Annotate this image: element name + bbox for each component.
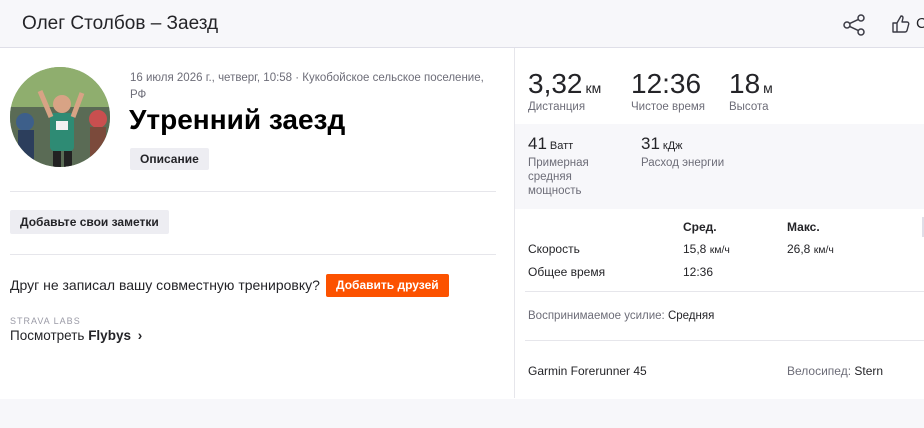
athlete-photo — [10, 67, 110, 167]
perceived-effort: Воспринимаемое усилие: Средняя — [528, 310, 714, 322]
stat-power: 41 Ватт Примерная средняя мощность — [528, 134, 618, 198]
cell-value: 12:36 — [683, 265, 714, 279]
table-cell-avg: 12:36 — [683, 265, 713, 279]
friend-question: Друг не записал вашу совместную трениров… — [10, 277, 320, 293]
thumbs-up-icon[interactable] — [890, 13, 912, 35]
cell-unit: км/ч — [709, 244, 730, 256]
table-cell-avg: 15,8 км/ч — [683, 242, 730, 256]
add-friends-button[interactable]: Добавить друзей — [326, 274, 449, 297]
stat-value: 12:36 — [631, 68, 702, 99]
table-header-max: Макс. — [787, 220, 820, 234]
cell-value: 26,8 — [787, 242, 811, 256]
divider — [525, 291, 924, 292]
add-notes-button[interactable]: Добавьте свои заметки — [10, 210, 169, 234]
table-cell-max: 26,8 км/ч — [787, 242, 834, 256]
bike-info: Велосипед: Stern — [787, 364, 883, 378]
cell-unit: км/ч — [813, 244, 834, 256]
stat-energy: 31 кДж Расход энергии — [641, 134, 724, 170]
table-row-label: Скорость — [528, 242, 580, 256]
bike-name[interactable]: Stern — [854, 364, 883, 378]
activity-meta: 16 июля 2026 г., четверг, 10:58 · Кукобо… — [130, 72, 484, 101]
stat-value: 31 — [641, 134, 660, 153]
effort-value: Средняя — [667, 310, 715, 322]
share-icon[interactable] — [842, 14, 866, 36]
stat-value: 3,32 — [528, 68, 583, 99]
avatar[interactable] — [10, 67, 110, 167]
divider — [10, 191, 496, 192]
flybys-bold: Flybys — [88, 328, 131, 343]
device-name: Garmin Forerunner 45 — [528, 364, 647, 378]
stat-unit: м — [763, 80, 773, 96]
stat-label: Чистое время — [631, 101, 705, 113]
divider — [10, 254, 496, 255]
chevron-right-icon: › — [137, 328, 143, 343]
labs-label: STRAVA LABS — [10, 316, 81, 326]
stat-unit: Ватт — [549, 140, 574, 152]
stat-unit: кДж — [662, 140, 683, 152]
flybys-prefix: Посмотреть — [10, 328, 89, 343]
flybys-link[interactable]: Посмотреть Flybys › — [10, 328, 142, 343]
cell-value: 15,8 — [683, 242, 707, 256]
divider — [525, 340, 924, 341]
stat-label: Расход энергии — [641, 157, 725, 169]
activity-summary: 16 июля 2026 г., четверг, 10:58 · Кукобо… — [0, 48, 513, 398]
stat-value: 18 — [729, 68, 761, 99]
description-button[interactable]: Описание — [130, 148, 209, 170]
bike-label: Велосипед: — [787, 364, 855, 378]
stats-panel: 3,32 км Дистанция 12:36 Чистое время 18 м … — [514, 48, 924, 398]
stat-label: Дистанция — [528, 101, 586, 113]
stat-distance: 3,32 км Дистанция — [528, 68, 601, 113]
stat-value: 41 — [528, 134, 547, 153]
page-header: Олег Столбов – Заезд С — [0, 0, 924, 48]
stat-unit: км — [585, 80, 602, 96]
activity-title: Утренний заезд — [129, 104, 346, 135]
stat-label: Высота — [729, 101, 769, 113]
stat-moving-time: 12:36 Чистое время — [631, 68, 705, 113]
table-row-label: Общее время — [528, 265, 606, 279]
header-cut-text[interactable]: С — [916, 15, 924, 32]
stat-label: Примерная средняя мощность — [528, 157, 589, 197]
stat-elevation: 18 м Высота — [729, 68, 773, 113]
secondary-stats: 41 Ватт Примерная средняя мощность 31 кДж … — [515, 124, 924, 209]
bottom-section — [0, 399, 924, 428]
effort-label: Воспринимаемое усилие: — [528, 310, 668, 322]
table-header-avg: Сред. — [683, 220, 717, 234]
page-title: Олег Столбов – Заезд — [22, 13, 219, 34]
